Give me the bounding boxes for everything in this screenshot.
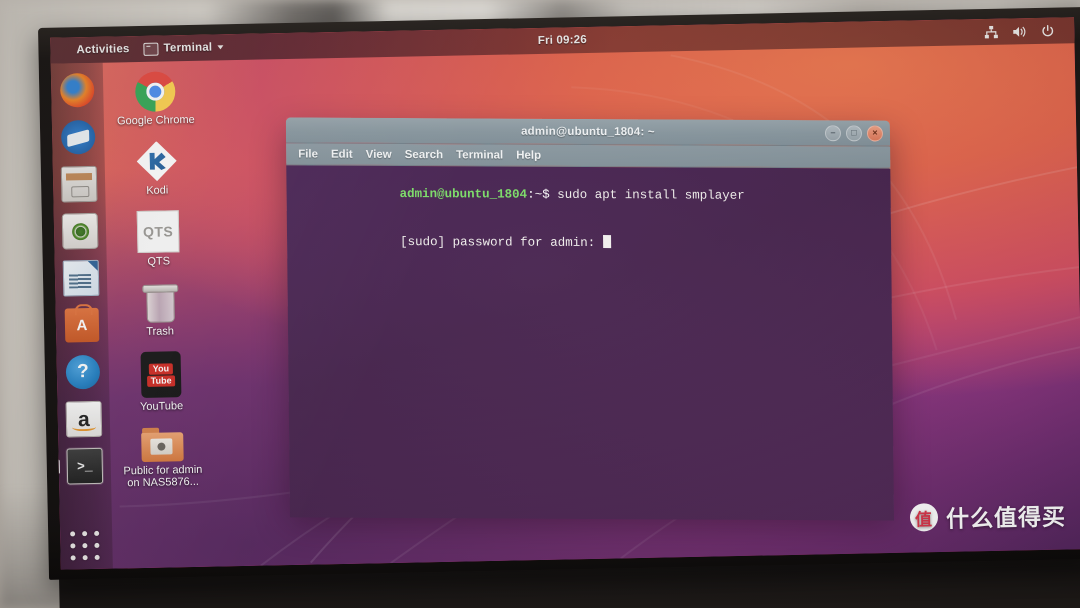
grid-dot [70, 543, 76, 549]
help-icon: ? [65, 354, 101, 390]
dock-item-firefox[interactable] [58, 71, 97, 110]
activities-button[interactable]: Activities [76, 43, 129, 56]
menu-item-view[interactable]: View [366, 148, 392, 160]
maximize-button[interactable]: □ [845, 124, 863, 141]
youtube-glyph-top: You [148, 362, 174, 375]
menu-item-file[interactable]: File [298, 148, 318, 160]
chevron-down-icon [217, 45, 224, 50]
show-applications-button[interactable] [70, 530, 103, 564]
grid-dot [94, 530, 100, 536]
minimize-button[interactable]: – [824, 124, 842, 141]
grid-dot [82, 555, 88, 561]
window-controls: – □ × [824, 124, 884, 142]
desktop-icon-label: YouTube [139, 400, 184, 414]
grid-dot [82, 531, 88, 537]
dock-item-amazon[interactable]: a [64, 400, 103, 439]
desktop-icon-trash[interactable]: Trash [113, 281, 206, 338]
app-menu-label: Terminal [163, 41, 213, 55]
grid-dot [70, 531, 76, 537]
firefox-icon [59, 72, 95, 108]
desktop-icon-kodi[interactable]: Kodi [110, 140, 203, 197]
password-prompt: [sudo] password for admin: [400, 234, 603, 251]
window-title: admin@ubuntu_1804: ~ [520, 125, 655, 138]
files-icon [60, 165, 98, 203]
desktop-icon-youtube[interactable]: You Tube YouTube [115, 351, 208, 414]
kodi-icon [136, 141, 177, 182]
trash-icon [142, 282, 179, 323]
grid-dot [82, 543, 88, 549]
desktop-icon-label: Public for admin on NAS5876... [123, 463, 203, 490]
watermark-logo: 值 [909, 503, 939, 532]
monitor-photo: Activities Terminal Fri 09:26 A ? a >_ G… [0, 0, 1080, 608]
desktop-icons: Google Chrome Kodi QTS QTS Trash You Tub… [109, 71, 210, 504]
qts-icon: QTS [136, 210, 180, 254]
dock-item-rhythmbox[interactable] [61, 212, 100, 251]
terminal-command: sudo apt install smplayer [549, 187, 745, 203]
desktop-icon-qts[interactable]: QTS QTS [112, 210, 205, 269]
grid-dot [94, 554, 100, 560]
ubuntu-software-glyph: A [76, 317, 88, 335]
network-folder-icon [141, 427, 184, 462]
desktop-icon-label: QTS [147, 255, 171, 268]
menu-item-search[interactable]: Search [405, 149, 443, 161]
terminal-window[interactable]: admin@ubuntu_1804: ~ – □ × File Edit Vie… [285, 117, 895, 521]
youtube-icon: You Tube [140, 351, 182, 398]
monitor-bezel: Activities Terminal Fri 09:26 A ? a >_ G… [38, 6, 1080, 580]
terminal-output[interactable]: admin@ubuntu_1804:~$ sudo apt install sm… [286, 165, 895, 521]
power-icon[interactable] [1041, 24, 1054, 37]
rhythmbox-icon [61, 212, 99, 250]
terminal-icon: >_ [66, 447, 104, 485]
grid-dot [94, 542, 100, 548]
thunderbird-icon [60, 119, 96, 155]
terminal-icon [143, 42, 159, 56]
watermark: 值 什么值得买 [909, 497, 1067, 534]
desktop-icon-label: Kodi [146, 183, 169, 197]
chrome-icon [134, 71, 176, 113]
volume-icon[interactable] [1012, 25, 1027, 38]
grid-dot [70, 555, 76, 561]
dock-item-thunderbird[interactable] [59, 118, 98, 157]
terminal-line: admin@ubuntu_1804:~$ sudo apt install sm… [294, 169, 883, 220]
terminal-line: [sudo] password for admin: [295, 217, 884, 268]
monitor: Activities Terminal Fri 09:26 A ? a >_ G… [38, 6, 1080, 608]
window-titlebar[interactable]: admin@ubuntu_1804: ~ – □ × [285, 117, 891, 147]
desktop-icon-label: Trash [146, 324, 175, 338]
dock: A ? a >_ [50, 62, 114, 570]
ubuntu-software-icon: A [64, 307, 100, 343]
dock-item-help[interactable]: ? [64, 353, 103, 392]
desktop-icon-label: Google Chrome [116, 113, 195, 128]
text-cursor [602, 235, 611, 249]
dock-item-software[interactable]: A [63, 306, 102, 345]
screen: Activities Terminal Fri 09:26 A ? a >_ G… [50, 17, 1080, 570]
amazon-icon: a [65, 400, 103, 438]
prompt-path: :~$ [527, 187, 550, 202]
dock-item-files[interactable] [60, 165, 99, 204]
desktop-icon-chrome[interactable]: Google Chrome [109, 71, 202, 128]
menu-item-edit[interactable]: Edit [331, 148, 353, 160]
watermark-text: 什么值得买 [945, 503, 1067, 532]
network-icon[interactable] [984, 25, 998, 38]
menu-item-help[interactable]: Help [516, 149, 541, 161]
writer-icon [62, 259, 100, 297]
desktop-icon-nas-folder[interactable]: Public for admin on NAS5876... [116, 426, 209, 490]
dock-item-terminal[interactable]: >_ [65, 446, 105, 486]
youtube-glyph-bottom: Tube [146, 374, 176, 387]
menu-item-terminal[interactable]: Terminal [456, 149, 503, 161]
dock-item-writer[interactable] [62, 259, 101, 298]
close-button[interactable]: × [866, 124, 884, 142]
menu-bar: File Edit View Search Terminal Help [286, 143, 891, 169]
app-menu-button[interactable]: Terminal [143, 41, 224, 56]
system-tray[interactable] [984, 24, 1074, 39]
prompt-user: admin@ubuntu_1804 [399, 186, 528, 202]
